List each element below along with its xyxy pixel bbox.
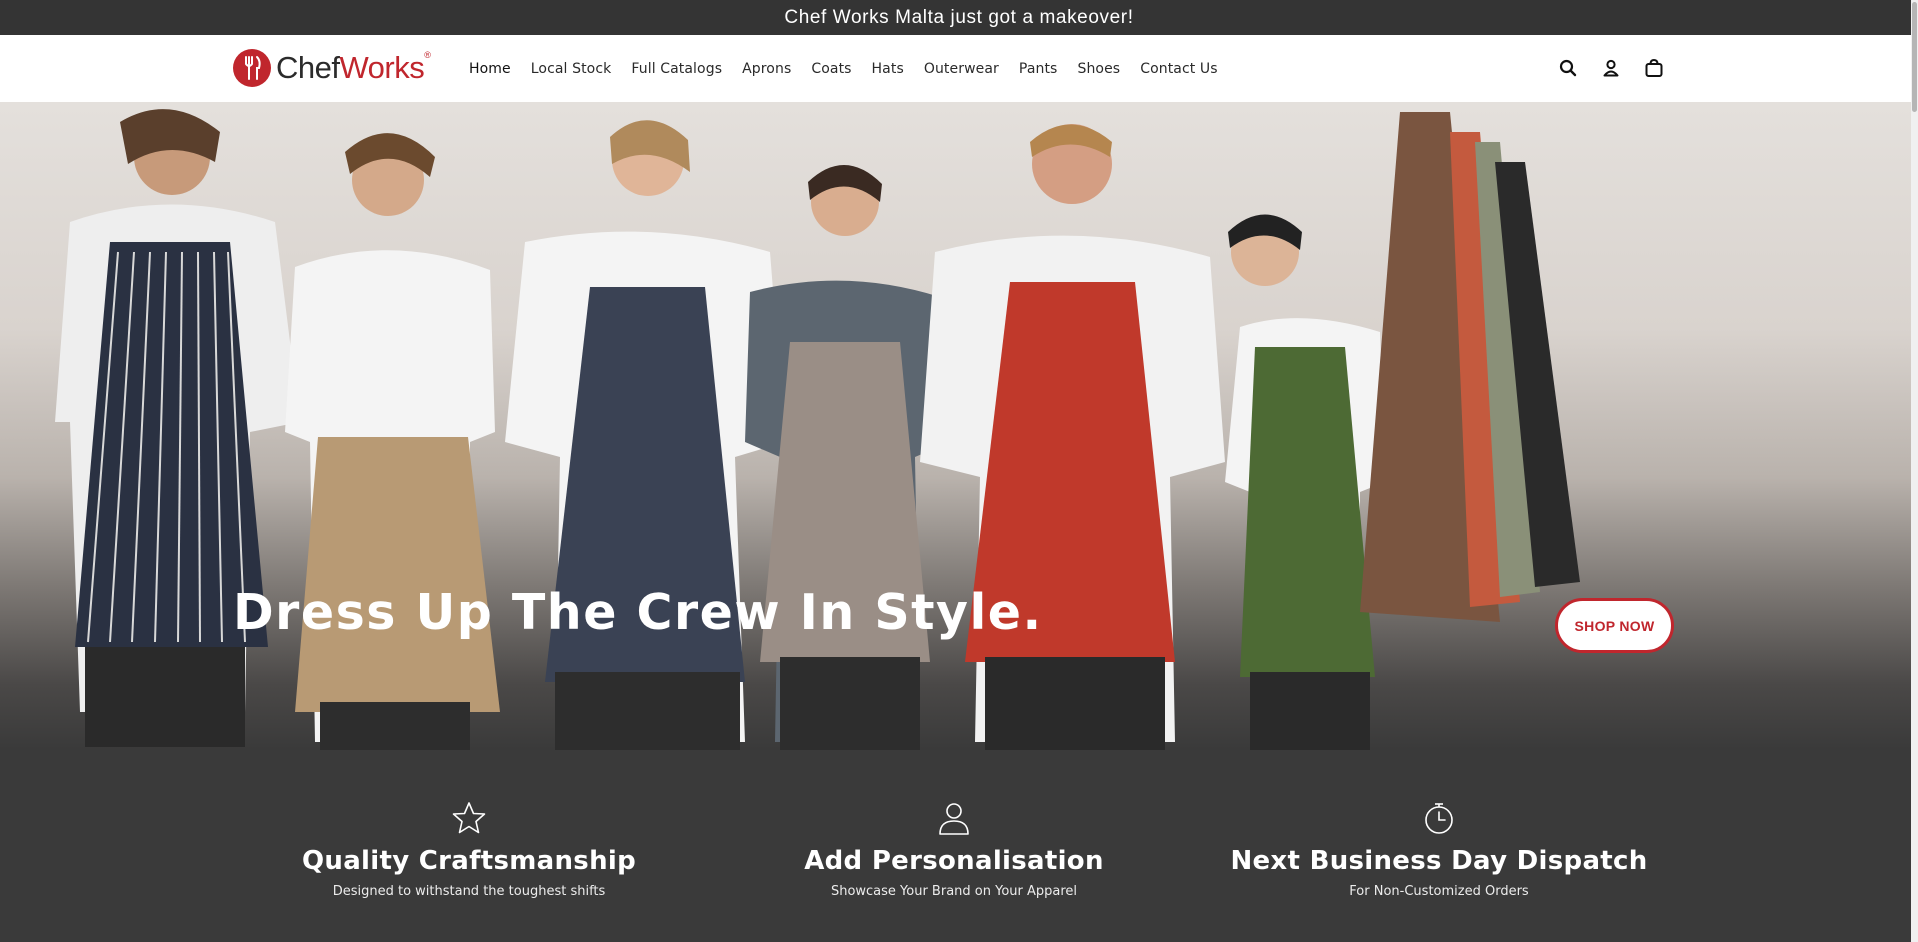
nav-item-coats[interactable]: Coats [811,61,851,77]
main-nav: Home Local Stock Full Catalogs Aprons Co… [469,35,1238,102]
star-icon [259,798,679,838]
crew-member-green-apron [1225,214,1385,750]
features-strip: Quality Craftsmanship Designed to withst… [0,750,1918,942]
feature-title: Quality Craftsmanship [301,846,637,876]
feature-title: Next Business Day Dispatch [1230,846,1648,876]
nav-item-local-stock[interactable]: Local Stock [531,61,612,77]
crew-member-red-apron [920,124,1225,750]
logo-utensil-icon [233,49,271,87]
account-icon[interactable] [1598,55,1624,81]
hero-title: Dress Up The Crew In Style. [233,584,1043,641]
feature-dispatch: Next Business Day Dispatch For Non-Custo… [1229,798,1649,899]
logo-registered-mark: ® [424,50,431,60]
nav-item-aprons[interactable]: Aprons [742,61,791,77]
announcement-text: Chef Works Malta just got a makeover! [784,6,1134,28]
crew-member-denim-apron [505,120,785,750]
header-actions [1555,55,1684,81]
stopwatch-icon [1229,798,1649,838]
nav-item-home[interactable]: Home [469,61,511,77]
hero-banner: Dress Up The Crew In Style. SHOP NOW [0,102,1918,750]
feature-subtitle: Designed to withstand the toughest shift… [332,884,606,899]
crew-member-grey-apron [745,164,950,750]
hanging-aprons [1360,112,1580,622]
search-icon[interactable] [1555,55,1581,81]
nav-item-shoes[interactable]: Shoes [1077,61,1120,77]
nav-item-pants[interactable]: Pants [1019,61,1058,77]
person-icon [744,798,1164,838]
logo-word-chef: Chef [276,50,340,85]
announcement-bar: Chef Works Malta just got a makeover! [0,0,1918,35]
logo-wordmark: ChefWorks® [276,50,431,86]
cart-icon[interactable] [1641,55,1667,81]
feature-personalisation: Add Personalisation Showcase Your Brand … [744,798,1164,899]
nav-item-contact-us[interactable]: Contact Us [1140,61,1217,77]
feature-subtitle: For Non-Customized Orders [1349,884,1529,899]
brand-logo[interactable]: ChefWorks® [233,49,431,87]
feature-quality: Quality Craftsmanship Designed to withst… [259,798,679,899]
feature-title: Add Personalisation [804,846,1104,876]
site-header: ChefWorks® Home Local Stock Full Catalog… [0,35,1918,102]
page-scrollbar[interactable] [1911,0,1918,942]
nav-item-hats[interactable]: Hats [872,61,904,77]
scrollbar-thumb[interactable] [1912,2,1917,112]
shop-now-button[interactable]: SHOP NOW [1555,598,1674,653]
feature-subtitle: Showcase Your Brand on Your Apparel [830,884,1078,899]
nav-item-outerwear[interactable]: Outerwear [924,61,999,77]
crew-member-tan-apron [285,133,500,750]
crew-member-striped-apron [55,109,300,747]
logo-word-works: Works [339,50,425,85]
nav-item-full-catalogs[interactable]: Full Catalogs [631,61,722,77]
